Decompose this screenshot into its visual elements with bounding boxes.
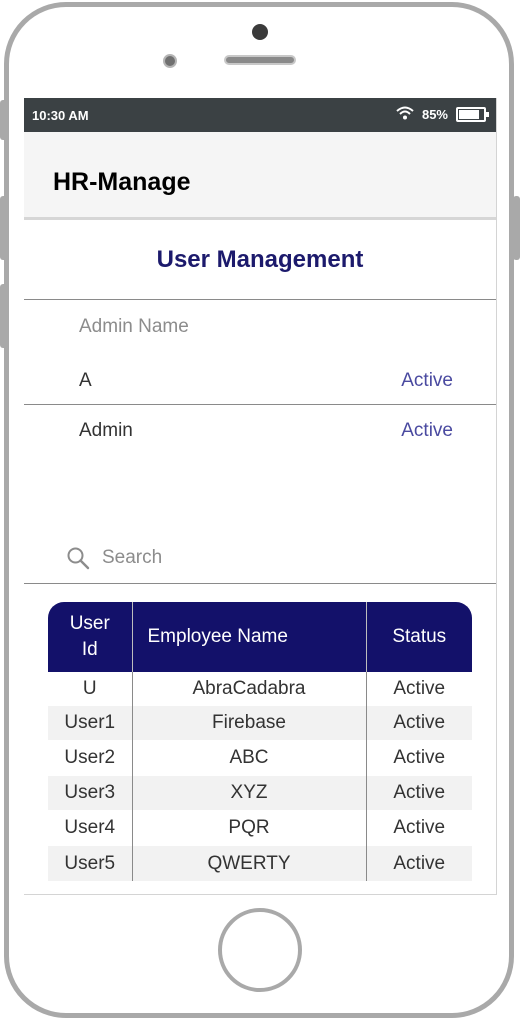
cell-employee-name: PQR: [131, 810, 366, 846]
status-bar: 10:30 AM 85%: [24, 98, 496, 132]
search-icon: [67, 547, 90, 570]
admin-status: Active: [401, 370, 453, 391]
status-time: 10:30 AM: [32, 108, 89, 123]
table-row[interactable]: User5 QWERTY Active: [48, 846, 472, 881]
earpiece-speaker: [224, 55, 296, 65]
mute-switch: [0, 100, 7, 140]
admin-name: Admin: [79, 420, 133, 441]
battery-icon: [456, 107, 489, 122]
power-button: [513, 196, 520, 260]
table-row[interactable]: User1 Firebase Active: [48, 706, 472, 740]
cell-status: Active: [365, 776, 472, 810]
table-row[interactable]: User3 XYZ Active: [48, 776, 472, 810]
search-bar: [24, 533, 496, 584]
table-row[interactable]: User4 PQR Active: [48, 810, 472, 846]
search-input[interactable]: [102, 543, 402, 573]
column-header-user-id[interactable]: User Id: [48, 602, 132, 672]
cell-user-id: User4: [64, 817, 116, 838]
cell-user-id: User2: [64, 747, 116, 768]
cell-employee-name: XYZ: [131, 776, 366, 810]
cell-employee-name: AbraCadabra: [131, 672, 366, 706]
admin-header-row: Admin Name: [24, 300, 496, 356]
cell-status: Active: [365, 810, 472, 846]
home-button[interactable]: [218, 908, 302, 992]
table-row[interactable]: U AbraCadabra Active: [48, 672, 472, 706]
user-table: User Id Employee Name Status U AbraCadab…: [48, 602, 472, 881]
battery-percent: 85%: [421, 107, 448, 122]
cell-status: Active: [365, 672, 472, 706]
cell-status: Active: [365, 846, 472, 881]
app-bar: HR-Manage: [24, 132, 496, 220]
cell-status: Active: [365, 706, 472, 740]
admin-row[interactable]: Admin Active: [24, 405, 496, 455]
admin-name: A: [79, 370, 92, 391]
column-header-status[interactable]: Status: [365, 602, 472, 672]
cell-user-id: U: [82, 678, 97, 699]
app-title: HR-Manage: [53, 168, 191, 196]
cell-status: Active: [365, 740, 472, 776]
cell-employee-name: Firebase: [131, 706, 366, 740]
cell-user-id: User1: [48, 706, 132, 740]
cell-employee-name: ABC: [131, 740, 366, 776]
front-camera: [252, 24, 268, 40]
admin-row[interactable]: A Active: [24, 356, 496, 405]
screen: 10:30 AM 85% HR-Manage User Management A…: [24, 98, 497, 895]
wifi-icon: [396, 106, 414, 123]
cell-employee-name: QWERTY: [131, 846, 366, 881]
volume-down-button: [0, 284, 7, 348]
admin-status: Active: [401, 420, 453, 441]
cell-user-id: User3: [48, 776, 132, 810]
column-header-employee-name[interactable]: Employee Name: [131, 602, 366, 672]
table-row[interactable]: User2 ABC Active: [48, 740, 472, 776]
admin-name-header: Admin Name: [79, 316, 189, 337]
volume-up-button: [0, 196, 7, 260]
table-header-row: User Id Employee Name Status: [48, 602, 472, 672]
cell-user-id: User5: [48, 846, 132, 881]
proximity-sensor: [163, 54, 177, 68]
page-title: User Management: [24, 220, 496, 300]
